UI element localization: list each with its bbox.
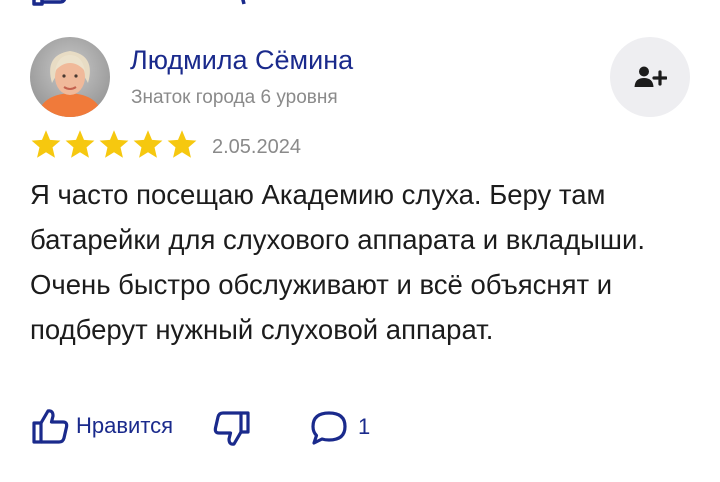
like-label: Нравится bbox=[76, 413, 174, 438]
comment-icon bbox=[311, 411, 347, 445]
review-card: Людмила Сёмина Знаток города 6 уровня 2.… bbox=[0, 0, 720, 482]
rating-stars bbox=[30, 129, 198, 160]
star-icon bbox=[31, 130, 61, 158]
star-icon bbox=[99, 130, 129, 158]
author-name[interactable]: Людмила Сёмина bbox=[130, 45, 353, 76]
star-icon bbox=[65, 130, 95, 158]
comment-count: 1 bbox=[358, 414, 371, 439]
add-user-icon bbox=[634, 66, 667, 87]
star-icon bbox=[133, 130, 163, 158]
like-button[interactable]: Нравится bbox=[30, 406, 173, 446]
previous-review-actions bbox=[30, 0, 260, 8]
author-level: Знаток города 6 уровня bbox=[131, 87, 338, 108]
comment-button[interactable]: 1 bbox=[308, 406, 370, 448]
dislike-button[interactable] bbox=[212, 406, 252, 455]
avatar[interactable] bbox=[30, 37, 110, 117]
thumbs-up-icon[interactable] bbox=[30, 0, 70, 8]
review-date: 2.05.2024 bbox=[212, 136, 301, 158]
subscribe-button[interactable] bbox=[610, 37, 690, 117]
thumbs-down-icon[interactable] bbox=[220, 0, 260, 8]
thumbs-up-icon bbox=[32, 409, 69, 444]
thumbs-down-icon bbox=[213, 411, 250, 446]
star-icon bbox=[167, 130, 197, 158]
review-text: Я часто посещаю Академию слуха. Беру там… bbox=[30, 179, 645, 345]
